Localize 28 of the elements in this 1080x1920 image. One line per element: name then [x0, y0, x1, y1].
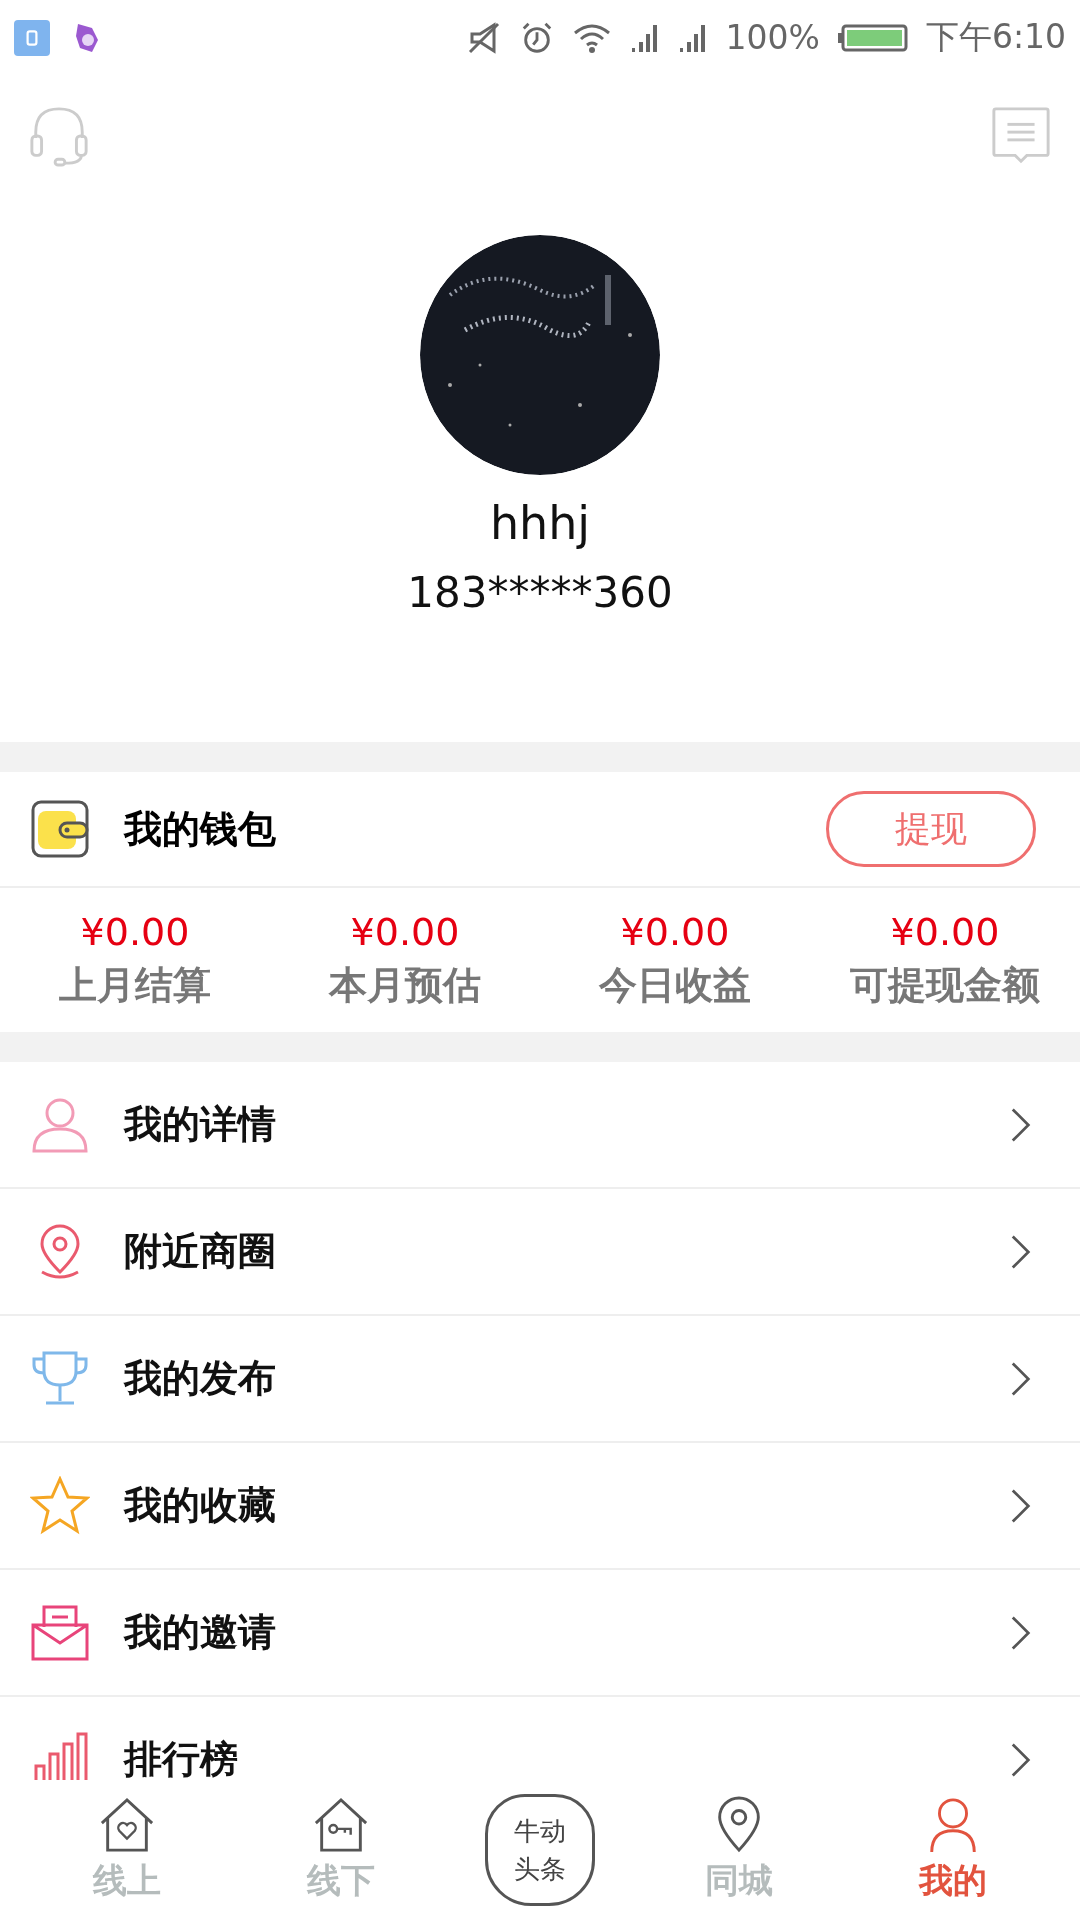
app-notification-icon [14, 19, 50, 56]
wifi-icon [571, 21, 612, 54]
user-name: hhhj [489, 495, 591, 551]
menu-item[interactable]: 我的详情 [0, 1062, 1080, 1189]
nav-tab[interactable]: 我的 [883, 1796, 1023, 1904]
news-badge-button[interactable]: 牛动头条 [485, 1794, 595, 1906]
phone-number: 183*****360 [407, 567, 673, 619]
menu-item[interactable]: 我的发布 [0, 1316, 1080, 1443]
amount-value: ¥0.00 [620, 909, 730, 954]
amount-label: 可提现金额 [850, 960, 1040, 1009]
amount-value: ¥0.00 [80, 909, 190, 954]
battery-icon [837, 23, 908, 52]
menu-item[interactable]: 附近商圈 [0, 1189, 1080, 1316]
amount-label: 今日收益 [599, 960, 751, 1009]
clock-time: 下午6:10 [925, 16, 1066, 58]
menu-item[interactable]: 我的收藏 [0, 1443, 1080, 1570]
wallet-icon [30, 799, 90, 859]
amount-label: 本月预估 [329, 960, 481, 1009]
headset-icon[interactable] [28, 105, 90, 167]
wallet-title: 我的钱包 [124, 804, 277, 853]
amount-label: 上月结算 [59, 960, 211, 1009]
star-icon [30, 1475, 90, 1536]
house-key-icon [312, 1796, 370, 1854]
amount-value: ¥0.00 [350, 909, 460, 954]
battery-percent: 100% [725, 18, 820, 57]
house-heart-icon [98, 1796, 156, 1854]
amount-value: ¥0.00 [890, 909, 1000, 954]
menu-item[interactable]: 我的邀请 [0, 1570, 1080, 1697]
